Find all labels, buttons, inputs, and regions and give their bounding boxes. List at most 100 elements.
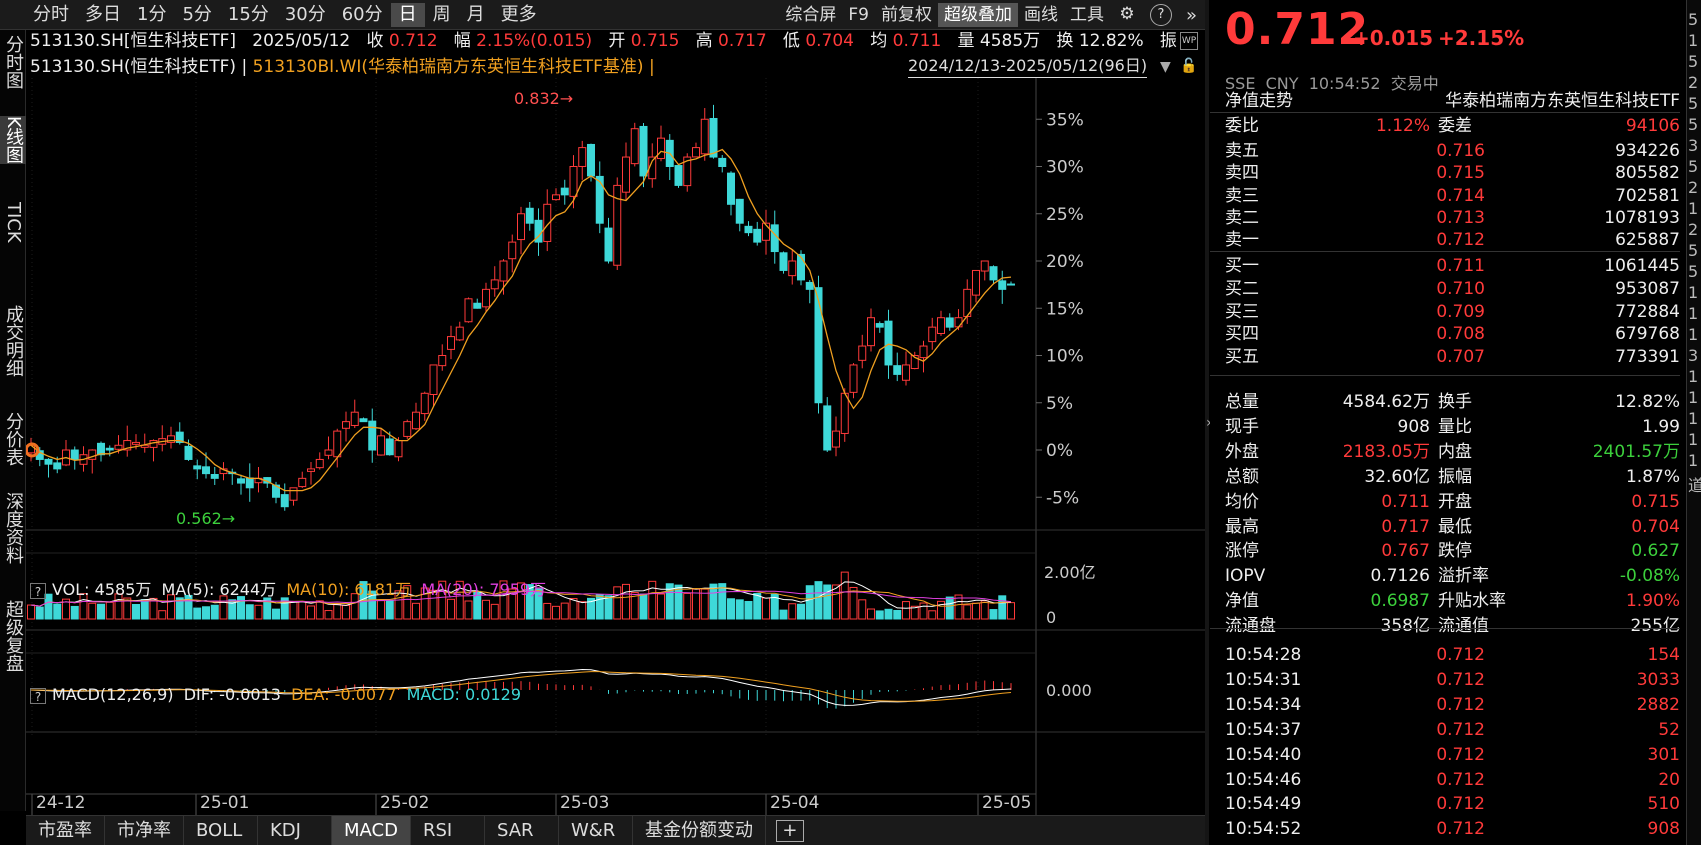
stat-row: IOPV 0.7126 溢折率 -0.08% (1225, 564, 1680, 588)
tool-3[interactable]: 超级叠加 (937, 3, 1018, 27)
date-range[interactable]: 2024/12/13-2025/05/12(96日) (908, 55, 1148, 78)
vol-axis-label: 2.00亿 (1044, 563, 1096, 582)
indicator-tab-0[interactable]: 市盈率 (26, 816, 105, 845)
bid-row[interactable]: 买四 0.708 679768 (1225, 322, 1680, 346)
tool-4[interactable]: 画线 (1018, 3, 1064, 27)
bid-row[interactable]: 买一 0.711 1061445 (1225, 254, 1680, 278)
candle-body (727, 172, 735, 205)
ma10-legend: MA(10): 6181万 (286, 580, 412, 599)
volume-bar (1007, 602, 1015, 620)
volume-bar (88, 602, 97, 620)
left-nav-item-6[interactable]: 超级复盘 (0, 600, 26, 672)
help-icon[interactable]: ? (1149, 4, 1172, 26)
overlay-secondary[interactable]: 513130BI.WI(华泰柏瑞南方东英恒生科技ETF基准) | (253, 57, 655, 77)
period-10[interactable]: 更多 (493, 3, 545, 27)
left-nav-item-1[interactable]: K线图 (0, 116, 26, 164)
tick-volume: 154 (1647, 645, 1680, 665)
nav-row[interactable]: 净值走势 华泰柏瑞南方东英恒生科技ETF (1225, 89, 1680, 113)
tick-row: 10:54:28 0.712 154 (1225, 643, 1680, 667)
period-1[interactable]: 多日 (77, 3, 129, 27)
period-5[interactable]: 30分 (277, 3, 334, 27)
collapse-right-icon[interactable]: » (1186, 5, 1197, 26)
level-volume: 702581 (1615, 185, 1680, 206)
volume-bar (893, 609, 902, 620)
level-label: 买三 (1225, 301, 1259, 322)
play-icon[interactable]: ▼ (1160, 59, 1171, 75)
period-3[interactable]: 5分 (174, 3, 219, 27)
indicator-tab-8[interactable]: 基金份额变动 (633, 816, 766, 845)
candle-body (805, 281, 814, 290)
left-nav-item-5[interactable]: 深度资料 (0, 492, 26, 564)
candle-body (552, 194, 560, 201)
ask-row[interactable]: 卖三 0.714 702581 (1225, 184, 1680, 208)
level-volume: 953087 (1615, 278, 1680, 299)
ask-row[interactable]: 卖四 0.715 805582 (1225, 161, 1680, 185)
stat-value: 1.87% (1625, 466, 1680, 487)
tick-price: 0.712 (1436, 669, 1485, 690)
tool-2[interactable]: 前复权 (875, 3, 938, 27)
left-nav-item-4[interactable]: 分价表 (0, 412, 26, 466)
ask-row[interactable]: 卖二 0.713 1078193 (1225, 206, 1680, 230)
ask-row[interactable]: 卖五 0.716 934226 (1225, 139, 1680, 163)
period-4[interactable]: 15分 (220, 3, 277, 27)
bid-row[interactable]: 买二 0.710 953087 (1225, 277, 1680, 301)
indicator-tab-2[interactable]: BOLL (184, 816, 258, 845)
bid-row[interactable]: 买五 0.707 773391 (1225, 345, 1680, 369)
indicator-tab-4[interactable]: MACD (332, 816, 411, 845)
stat-value: 0.6987 (1370, 591, 1430, 612)
volume-bar (254, 604, 263, 620)
period-9[interactable]: 月 (459, 3, 493, 27)
volume-bar (805, 585, 814, 620)
volume-bar (753, 592, 762, 620)
bid-row[interactable]: 买三 0.709 772884 (1225, 300, 1680, 324)
window-icon[interactable]: WP (1180, 32, 1198, 50)
left-nav-item-2[interactable]: TICK (0, 202, 26, 243)
overlay-primary[interactable]: 513130.SH(恒生科技ETF) | (30, 57, 247, 77)
indicator-tab-7[interactable]: W&R (559, 816, 633, 845)
edge-char: 5 (1688, 94, 1699, 113)
candle-body (420, 392, 429, 415)
edge-char: 道 (1688, 476, 1701, 495)
lock-icon[interactable]: 🔓 (1180, 58, 1197, 74)
settings-icon[interactable]: ⚙ (1116, 4, 1138, 26)
help-icon[interactable]: ? (30, 582, 46, 599)
help-icon[interactable]: ? (30, 687, 46, 704)
period-6[interactable]: 60分 (334, 3, 391, 27)
add-tab-icon[interactable]: + (775, 820, 804, 842)
edge-char: 1 (1688, 451, 1699, 470)
stat-row: 涨停 0.767 跌停 0.627 (1225, 539, 1680, 563)
period-0[interactable]: 分时 (25, 3, 77, 27)
period-7[interactable]: 日 (390, 2, 425, 27)
ask-row[interactable]: 卖一 0.712 625887 (1225, 228, 1680, 252)
stat-value: 1.99 (1642, 416, 1680, 437)
macd-axis-label: 0.000 (1046, 681, 1092, 700)
candle-body (823, 405, 832, 451)
volume-bar (744, 600, 753, 620)
volume-bar (875, 610, 884, 620)
volume-bar (604, 595, 613, 620)
tick-volume: 301 (1647, 744, 1680, 765)
period-2[interactable]: 1分 (129, 3, 174, 27)
level-price: 0.712 (1436, 230, 1485, 251)
edge-char: 1 (1688, 388, 1699, 407)
indicator-tab-6[interactable]: SAR (485, 816, 559, 845)
tool-0[interactable]: 综合屏 (779, 3, 842, 27)
period-8[interactable]: 周 (425, 3, 459, 27)
volume-bar (972, 602, 980, 620)
price-change-pct: +2.15% (1438, 26, 1525, 50)
indicator-tab-1[interactable]: 市净率 (105, 816, 184, 845)
tool-5[interactable]: 工具 (1064, 3, 1110, 27)
tool-1[interactable]: F9 (842, 3, 875, 27)
volume-bar (298, 601, 307, 620)
left-nav-item-0[interactable]: 分时图 (0, 35, 26, 89)
stat-value: 32.60亿 (1364, 466, 1430, 487)
tick-price: 0.712 (1436, 819, 1485, 840)
y-tick-label: 25% (1046, 205, 1084, 225)
indicator-tab-5[interactable]: RSI (411, 816, 485, 845)
left-nav-item-3[interactable]: 成交明细 (0, 305, 26, 377)
indicator-tab-3[interactable]: KDJ (258, 816, 332, 845)
edge-char: 1 (1688, 430, 1699, 449)
candle-body (893, 365, 902, 375)
level-label: 卖四 (1225, 163, 1259, 184)
level-volume: 772884 (1615, 301, 1680, 322)
